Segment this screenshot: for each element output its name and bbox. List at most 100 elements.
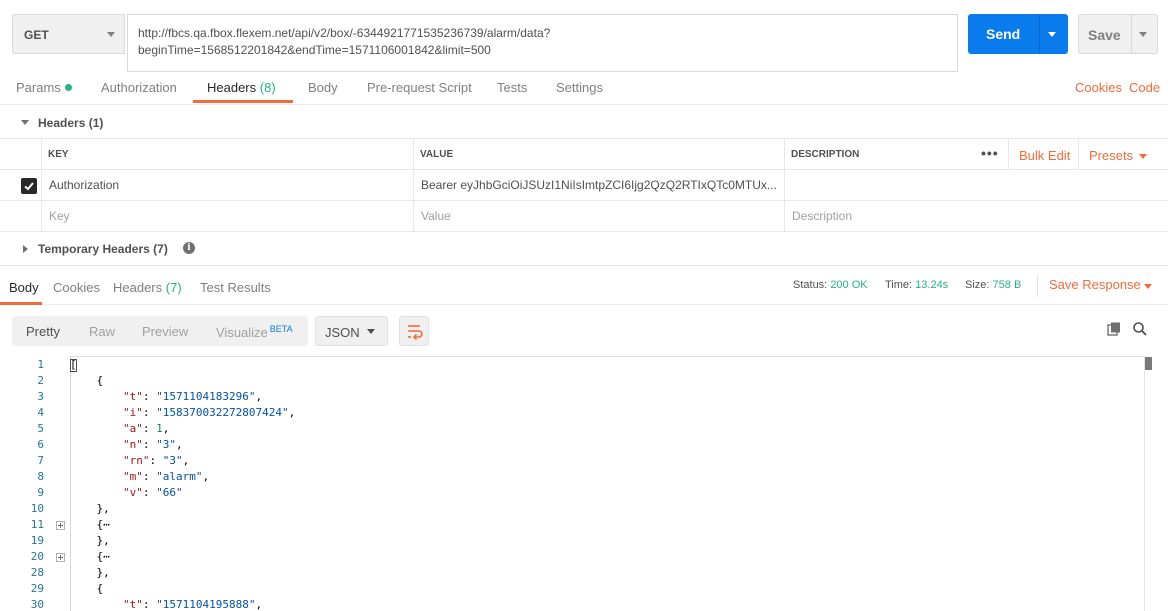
code-line: 19 }, <box>0 533 1168 549</box>
format-select[interactable]: JSON <box>315 316 388 346</box>
method-value: GET <box>24 28 49 42</box>
col-value: VALUE <box>413 139 785 169</box>
expand-fold-icon[interactable] <box>56 553 65 562</box>
tab-body[interactable]: Body <box>308 80 338 95</box>
view-preview-button[interactable]: Preview <box>142 324 188 339</box>
save-response-chevron-down-icon[interactable] <box>1144 284 1152 289</box>
temporary-headers-title[interactable]: Temporary Headers (7) <box>38 242 168 256</box>
visualize-label: Visualize <box>216 325 268 340</box>
resp-active-tab-indicator <box>0 302 42 305</box>
header-enabled-checkbox[interactable] <box>21 178 37 194</box>
save-chevron-down-icon[interactable] <box>1139 32 1147 37</box>
scrollbar-thumb[interactable] <box>1145 357 1152 370</box>
expand-temporary-headers-icon[interactable] <box>23 245 28 253</box>
collapse-headers-icon[interactable] <box>21 120 29 125</box>
wrap-lines-button[interactable] <box>399 316 429 346</box>
resp-tab-test-results[interactable]: Test Results <box>200 280 271 295</box>
divider <box>1037 275 1038 297</box>
code-text: {⋯ <box>70 518 110 531</box>
line-number: 2 <box>37 374 44 387</box>
new-value-cell[interactable]: Value <box>413 201 785 231</box>
code-line: 10 }, <box>0 501 1168 517</box>
tab-params[interactable]: Params <box>16 80 72 95</box>
description-placeholder: Description <box>792 209 853 223</box>
copy-icon[interactable] <box>1106 321 1122 337</box>
code-text: "n": "3", <box>122 438 183 451</box>
resp-tab-headers[interactable]: Headers (7) <box>113 280 182 295</box>
col-key: KEY <box>41 139 414 169</box>
resp-tab-headers-count: (7) <box>165 280 182 295</box>
tab-params-label: Params <box>16 80 61 95</box>
tab-authorization[interactable]: Authorization <box>101 80 177 95</box>
resp-tab-body[interactable]: Body <box>9 280 39 295</box>
resp-tab-headers-label: Headers <box>113 280 163 295</box>
new-description-cell[interactable]: Description <box>784 201 1168 231</box>
tab-tests[interactable]: Tests <box>497 80 527 95</box>
send-button[interactable]: Send <box>968 14 1068 54</box>
line-number: 6 <box>37 438 44 451</box>
tab-settings[interactable]: Settings <box>556 80 603 95</box>
view-raw-button[interactable]: Raw <box>89 324 115 339</box>
header-key-cell[interactable]: Authorization <box>41 170 414 200</box>
presets-link[interactable]: Presets <box>1089 148 1133 163</box>
header-description-cell[interactable] <box>784 170 1168 200</box>
cookies-link[interactable]: Cookies <box>1075 80 1122 95</box>
check-icon <box>24 182 34 191</box>
divider <box>1008 139 1009 169</box>
code-line: 7 "rn": "3", <box>0 453 1168 469</box>
code-line: 20 {⋯ <box>0 549 1168 565</box>
code-line: 3 "t": "1571104183296", <box>0 389 1168 405</box>
col-value-label: VALUE <box>420 149 454 160</box>
bulk-edit-link[interactable]: Bulk Edit <box>1019 148 1070 163</box>
more-options-icon[interactable]: ••• <box>981 145 999 161</box>
wrap-icon <box>408 325 423 341</box>
save-button[interactable]: Save <box>1078 14 1158 54</box>
time-meta: Time: 13.24s <box>885 279 948 291</box>
code-line: 9 "v": "66" <box>0 485 1168 501</box>
code-text: "i": "158370032272807424", <box>122 406 296 419</box>
headers-table: KEY VALUE DESCRIPTION ••• Bulk Edit Pres… <box>0 138 1168 232</box>
resp-tab-cookies[interactable]: Cookies <box>53 280 100 295</box>
header-value-cell[interactable]: Bearer eyJhbGciOiJSUzI1NiIsImtpZCI6Ijg2Q… <box>413 170 785 200</box>
col-description-label: DESCRIPTION <box>791 149 860 160</box>
url-line-1: http://fbcs.qa.fbox.flexem.net/api/v2/bo… <box>138 26 551 40</box>
headers-section-title[interactable]: Headers (1) <box>38 116 103 130</box>
save-label: Save <box>1088 27 1121 43</box>
tab-headers-label: Headers <box>207 80 257 95</box>
response-body-editor[interactable]: 1[2 {3 "t": "1571104183296", 4 "i": "1583… <box>0 356 1168 611</box>
save-response-button[interactable]: Save Response <box>1049 277 1141 292</box>
expand-fold-icon[interactable] <box>56 521 65 530</box>
tab-headers[interactable]: Headers (8) <box>207 80 276 95</box>
code-text: }, <box>70 502 110 515</box>
presets-chevron-down-icon[interactable] <box>1139 154 1147 159</box>
status-label: Status: <box>793 279 828 291</box>
temporary-headers-count: (7) <box>153 242 168 256</box>
params-indicator-dot <box>64 84 72 91</box>
time-value: 13.24s <box>915 279 949 291</box>
save-divider <box>1131 15 1132 53</box>
info-icon[interactable]: i <box>183 242 195 254</box>
size-meta: Size: 758 B <box>965 279 1021 291</box>
new-key-cell[interactable]: Key <box>41 201 414 231</box>
status-value: 200 OK <box>830 279 868 291</box>
code-text: "rn": "3", <box>122 454 190 467</box>
request-bar: GET http://fbcs.qa.fbox.flexem.net/api/v… <box>0 0 1168 72</box>
code-link[interactable]: Code <box>1129 80 1160 95</box>
line-number: 10 <box>30 502 44 515</box>
request-tabs: Params Authorization Headers (8) Body Pr… <box>0 72 1168 105</box>
vertical-scrollbar[interactable] <box>1144 356 1156 611</box>
method-select[interactable]: GET <box>12 14 125 54</box>
view-pretty-button[interactable]: Pretty <box>26 324 60 339</box>
code-text: }, <box>70 566 110 579</box>
url-input[interactable]: http://fbcs.qa.fbox.flexem.net/api/v2/bo… <box>127 14 958 72</box>
search-icon[interactable] <box>1132 321 1148 337</box>
size-value: 758 B <box>992 279 1022 291</box>
code-text: "t": "1571104195888", <box>122 598 263 611</box>
send-chevron-down-icon[interactable] <box>1048 32 1056 37</box>
code-text: "t": "1571104183296", <box>122 390 263 403</box>
url-line-2: beginTime=1568512201842&endTime=15711060… <box>138 43 491 57</box>
view-visualize-button[interactable]: Visualize BETA <box>216 324 293 340</box>
table-row: Authorization Bearer eyJhbGciOiJSUzI1NiI… <box>0 170 1168 201</box>
line-number: 11 <box>30 518 44 531</box>
tab-pre-request-script[interactable]: Pre-request Script <box>367 80 472 95</box>
